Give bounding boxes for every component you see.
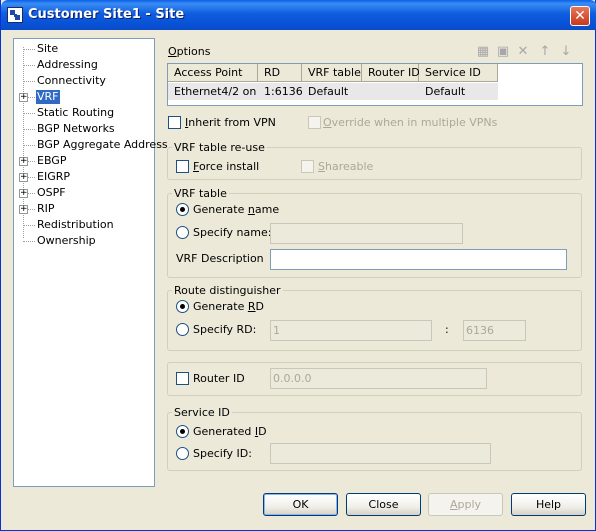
vrf-reuse-group-title: VRF table re-use [172, 141, 267, 154]
override-multiple-vpns-label: Override when in multiple VPNs [323, 116, 498, 129]
nav-item-addressing[interactable]: Addressing [14, 57, 154, 73]
nav-item-rip[interactable]: + RIP [14, 201, 154, 217]
apply-button[interactable]: Apply [428, 493, 503, 516]
nav-item-connectivity[interactable]: Connectivity [14, 73, 154, 89]
generated-id-label: Generated ID [193, 425, 267, 438]
shareable-label: Shareable [318, 160, 374, 173]
cell-service-id: Default [425, 85, 466, 98]
cell-access-point: Ethernet4/2 on ... [174, 85, 258, 98]
generate-rd-label: Generate RD [193, 300, 265, 313]
nav-item-site[interactable]: Site [14, 41, 154, 57]
column-header-vrf-table[interactable]: VRF table [302, 64, 362, 82]
nav-tree[interactable]: Site Addressing Connectivity + VRF Stati… [13, 38, 168, 487]
nav-item-vrf[interactable]: + VRF [14, 89, 154, 105]
inherit-from-vpn-checkbox[interactable] [168, 116, 181, 129]
expand-icon[interactable]: + [19, 189, 28, 198]
force-install-checkbox[interactable] [176, 160, 189, 173]
nav-item-ownership[interactable]: Ownership [14, 233, 154, 249]
column-header-service-id[interactable]: Service ID [419, 64, 498, 82]
force-install-label: Force install [193, 160, 260, 173]
specify-rd-radio[interactable] [176, 323, 189, 336]
specify-name-label: Specify name: [193, 226, 272, 239]
router-id-label: Router ID [193, 372, 245, 385]
delete-icon[interactable]: ✕ [515, 44, 531, 60]
title-bar: Customer Site1 - Site ✕ [1, 0, 596, 30]
nav-item-ospf[interactable]: + OSPF [14, 185, 154, 201]
options-label: Options [168, 45, 211, 58]
service-id-group-title: Service ID [172, 406, 232, 419]
nav-item-bgp-networks[interactable]: BGP Networks [14, 121, 154, 137]
help-button[interactable]: Help [511, 493, 586, 516]
column-header-access-point[interactable]: Access Point [168, 64, 258, 82]
move-down-icon[interactable]: ↓ [558, 44, 574, 60]
new-row-icon[interactable]: ▦ [475, 44, 491, 60]
router-id-input[interactable]: 0.0.0.0 [270, 368, 487, 389]
nav-item-eigrp[interactable]: + EIGRP [14, 169, 154, 185]
specify-id-input[interactable] [270, 443, 491, 464]
ok-button[interactable]: OK [263, 493, 338, 516]
nav-item-ebgp[interactable]: + EBGP [14, 153, 154, 169]
specify-rd-label: Specify RD: [193, 323, 257, 336]
expand-icon[interactable]: + [19, 205, 28, 214]
cell-rd: 1:6136 [264, 85, 302, 98]
generate-name-radio[interactable] [176, 203, 189, 216]
specify-id-radio[interactable] [176, 447, 189, 460]
route-distinguisher-group-title: Route distinguisher [172, 284, 283, 297]
close-window-button[interactable]: ✕ [570, 6, 590, 26]
table-header: Access Point RD VRF table Router ID Serv… [168, 64, 582, 82]
shareable-checkbox[interactable] [301, 160, 314, 173]
move-up-icon[interactable]: ↑ [537, 44, 553, 60]
inherit-from-vpn-label: Inherit from VPN [185, 116, 276, 129]
nav-item-bgp-aggregate-address[interactable]: BGP Aggregate Address [14, 137, 168, 153]
rd-number-input[interactable]: 6136 [463, 320, 526, 341]
edit-icon[interactable]: ▣ [495, 44, 511, 60]
vrf-description-label: VRF Description [176, 252, 264, 265]
specify-name-radio[interactable] [176, 226, 189, 239]
specify-id-label: Specify ID: [193, 447, 252, 460]
expand-icon[interactable]: + [19, 157, 28, 166]
cell-vrf-table: Default [308, 85, 349, 98]
close-button[interactable]: Close [346, 493, 421, 516]
rd-separator: : [445, 323, 449, 336]
access-point-table[interactable]: Access Point RD VRF table Router ID Serv… [167, 63, 583, 106]
nav-item-static-routing[interactable]: Static Routing [14, 105, 154, 121]
column-header-rd[interactable]: RD [258, 64, 302, 82]
table-row[interactable]: Ethernet4/2 on ... 1:6136 Default Defaul… [168, 83, 498, 100]
dialog-window: Customer Site1 - Site ✕ Site Addressing … [0, 0, 596, 531]
override-multiple-vpns-checkbox[interactable] [308, 116, 321, 129]
app-icon [7, 7, 23, 23]
vrf-table-group-title: VRF table [172, 187, 229, 200]
generate-rd-radio[interactable] [176, 300, 189, 313]
expand-icon[interactable]: + [19, 93, 28, 102]
router-id-checkbox[interactable] [176, 372, 189, 385]
rd-asn-input[interactable]: 1 [270, 320, 432, 341]
generated-id-radio[interactable] [176, 425, 189, 438]
generate-name-label: Generate name [193, 203, 280, 216]
close-icon: ✕ [574, 8, 586, 24]
nav-item-redistribution[interactable]: Redistribution [14, 217, 154, 233]
window-title: Customer Site1 - Site [28, 7, 185, 22]
expand-icon[interactable]: + [19, 173, 28, 182]
vrf-description-input[interactable] [270, 249, 567, 270]
specify-name-input[interactable] [270, 223, 463, 244]
column-header-router-id[interactable]: Router ID [362, 64, 420, 82]
